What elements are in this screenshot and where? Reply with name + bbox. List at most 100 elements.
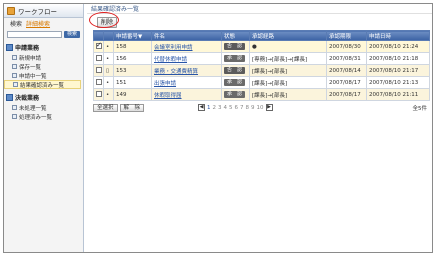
- sidebar: ワークフロー 検索 詳細検索 検索 申請業務 新規申請 保存一覧 申請中一覧 結…: [4, 4, 84, 252]
- document-icon: [12, 55, 17, 60]
- sidebar-item-label: 申請中一覧: [19, 73, 47, 80]
- page-link[interactable]: 3: [218, 105, 222, 111]
- row-deadline: 2007/08/14: [326, 64, 367, 77]
- sidebar-search: 検索: [4, 29, 83, 39]
- row-checkbox[interactable]: [96, 55, 102, 62]
- page-link[interactable]: 8: [246, 105, 250, 111]
- row-subject-link[interactable]: 出張申請: [154, 81, 176, 87]
- row-subject-link[interactable]: 業務・交通費精算: [154, 69, 198, 75]
- row-subject-link[interactable]: 休暇取得届: [154, 93, 182, 99]
- sidebar-item-processed[interactable]: 処理済み一覧: [4, 112, 83, 121]
- document-icon: [12, 114, 17, 119]
- table-row[interactable]: • 156 代替休暇申請 承 認 [専務]→[部長]→[課長] 2007/08/…: [93, 52, 430, 65]
- app-frame: ワークフロー 検索 詳細検索 検索 申請業務 新規申請 保存一覧 申請中一覧 結…: [3, 3, 433, 253]
- col-status[interactable]: 状態: [221, 30, 250, 41]
- select-all-button[interactable]: 全選択: [93, 103, 118, 112]
- sidebar-item-label: 結果確認済み一覧: [20, 82, 65, 89]
- row-checkbox[interactable]: [96, 41, 102, 50]
- status-badge: 承 認: [224, 79, 246, 86]
- row-deadline: 2007/08/30: [326, 40, 367, 53]
- page-link[interactable]: 9: [251, 105, 255, 111]
- page-title: 結果確認済み一覧: [87, 4, 432, 14]
- row-checkbox[interactable]: [96, 79, 102, 86]
- col-icon: [103, 30, 114, 41]
- sidebar-item-unprocessed[interactable]: 未処理一覧: [4, 103, 83, 112]
- row-number: 153: [113, 64, 152, 77]
- deselect-button[interactable]: 解 除: [119, 103, 145, 112]
- col-checkbox: [93, 30, 104, 41]
- page-link[interactable]: 2: [213, 105, 217, 111]
- highlight-circle: [89, 12, 119, 28]
- section-label: 決裁業務: [15, 95, 40, 102]
- table-row[interactable]: • 151 出張申請 承 認 [課長]→[部長] 2007/08/17 2007…: [93, 76, 430, 89]
- row-marker: •: [103, 40, 114, 53]
- sidebar-item-confirmed-list[interactable]: 結果確認済み一覧: [4, 80, 81, 89]
- search-input[interactable]: [7, 30, 62, 38]
- col-date[interactable]: 申請日時: [366, 30, 430, 41]
- row-route: [課長]→[部長]: [249, 88, 327, 101]
- row-route: [課長]→[部長]: [249, 76, 327, 89]
- row-subject-link[interactable]: 会議室利用申請: [154, 45, 193, 51]
- section-application[interactable]: 申請業務: [4, 42, 83, 53]
- total-count: 全5件: [412, 105, 428, 112]
- search-links: 検索 詳細検索: [4, 18, 83, 29]
- page-link[interactable]: 1: [207, 105, 211, 111]
- row-marker: •: [103, 88, 114, 101]
- page-link[interactable]: 7: [240, 105, 244, 111]
- col-subject[interactable]: 件名: [151, 30, 222, 41]
- row-deadline: 2007/08/31: [326, 52, 367, 65]
- row-route: [専務]→[部長]→[課長]: [249, 52, 327, 65]
- row-number: 151: [113, 76, 152, 89]
- sidebar-item-new-application[interactable]: 新規申請: [4, 53, 83, 62]
- page-link[interactable]: 5: [229, 105, 233, 111]
- row-checkbox[interactable]: [96, 67, 102, 74]
- row-number: 156: [113, 52, 152, 65]
- sidebar-title: ワークフロー: [18, 7, 57, 16]
- toolbar: 削除: [87, 12, 432, 29]
- document-icon: [12, 64, 17, 69]
- col-route[interactable]: 承認経路: [249, 30, 327, 41]
- search-button[interactable]: 検索: [64, 30, 80, 38]
- document-icon: [12, 105, 17, 110]
- page-link[interactable]: 4: [224, 105, 228, 111]
- advanced-search-link[interactable]: 詳細検索: [26, 19, 50, 28]
- table-header: 申請番号▼ 件名 状態 承認経路 承認期限 申請日時: [93, 30, 430, 41]
- row-marker: ▯: [103, 64, 114, 77]
- sidebar-item-label: 処理済み一覧: [19, 114, 53, 121]
- status-badge: 承 認: [224, 91, 246, 98]
- document-icon: [12, 73, 17, 78]
- table-row[interactable]: • 149 休暇取得届 承 認 [課長]→[部長] 2007/08/17 200…: [93, 88, 430, 101]
- page-link[interactable]: 6: [235, 105, 239, 111]
- result-table: 申請番号▼ 件名 状態 承認経路 承認期限 申請日時 • 158 会議室利用申請…: [93, 30, 430, 101]
- document-icon: [13, 82, 18, 87]
- row-subject-link[interactable]: 代替休暇申請: [154, 57, 187, 63]
- row-checkbox[interactable]: [96, 91, 102, 98]
- section-icon: [6, 44, 13, 51]
- section-label: 申請業務: [15, 45, 40, 52]
- page-link[interactable]: 10: [257, 105, 264, 111]
- main-content: 結果確認済み一覧 削除 申請番号▼ 件名 状態 承認経路 承認期限 申請日時 ✓…: [87, 4, 432, 252]
- col-number[interactable]: 申請番号▼: [113, 30, 152, 41]
- row-number: 158: [113, 40, 152, 53]
- sidebar-item-saved-list[interactable]: 保存一覧: [4, 62, 83, 71]
- row-date: 2007/08/10 21:17: [366, 64, 430, 77]
- search-link[interactable]: 検索: [10, 19, 22, 28]
- row-date: 2007/08/10 21:18: [366, 52, 430, 65]
- status-badge: 否 認: [224, 43, 246, 50]
- section-approval[interactable]: 決裁業務: [4, 92, 83, 103]
- delete-button-wrap: 削除: [89, 12, 123, 28]
- col-deadline[interactable]: 承認期限: [326, 30, 367, 41]
- sidebar-item-label: 未処理一覧: [19, 105, 47, 112]
- sidebar-item-pending-list[interactable]: 申請中一覧: [4, 71, 83, 80]
- row-marker: •: [103, 52, 114, 65]
- next-page-icon[interactable]: ▶: [265, 104, 273, 111]
- sidebar-header: ワークフロー: [4, 4, 83, 18]
- table-row[interactable]: • 158 会議室利用申請 否 認 ● 2007/08/30 2007/08/1…: [93, 40, 430, 53]
- section-icon: [6, 94, 13, 101]
- table-row[interactable]: ▯ 153 業務・交通費精算 否 認 [課長]→[部長] 2007/08/14 …: [93, 64, 430, 77]
- status-badge: 承 認: [224, 55, 246, 62]
- prev-page-icon[interactable]: ◀: [198, 104, 206, 111]
- sidebar-item-label: 新規申請: [19, 55, 42, 62]
- row-route: [課長]→[部長]: [249, 64, 327, 77]
- row-route: ●: [249, 40, 327, 53]
